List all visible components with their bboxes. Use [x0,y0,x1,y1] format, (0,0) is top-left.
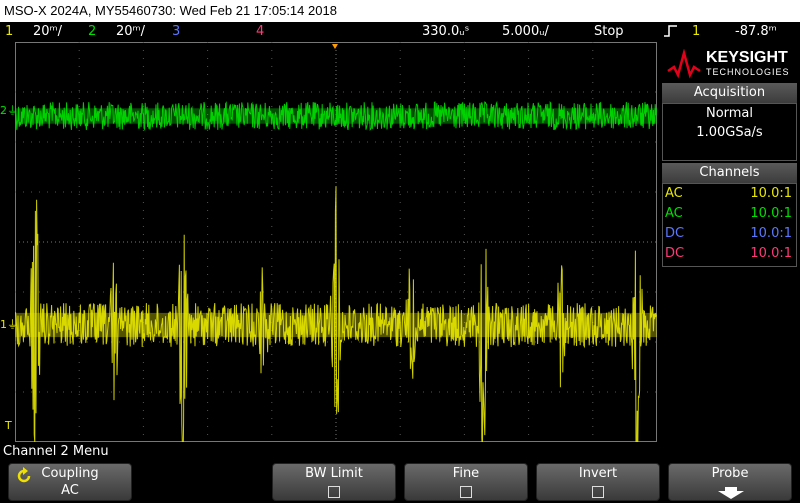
ch3-number[interactable]: 3 [172,22,180,42]
channel-row-1: AC 10.0:1 [663,184,796,204]
ch2-number[interactable]: 2 [88,22,96,42]
channel-row-3: DC 10.0:1 [663,224,796,244]
invert-button[interactable]: Invert [536,463,660,501]
down-arrow-icon [718,487,744,499]
acquisition-header: Acquisition [662,83,797,103]
title-bar: MSO-X 2024A, MY55460730: Wed Feb 21 17:0… [0,0,800,22]
invert-title: Invert [578,466,618,481]
trace-band [15,108,657,124]
ch2-ground-marker[interactable]: 2⏚ [0,102,18,118]
ch2-marker-label: 2 [0,104,7,117]
ch3-probe: 10.0:1 [750,226,792,241]
probe-button[interactable]: Probe [668,463,792,501]
channels-header: Channels [662,163,797,183]
logo-sub: TECHNOLOGIES [706,67,790,77]
bw-limit-checkbox[interactable] [328,486,340,498]
acquisition-panel: Normal 1.00GSa/s [662,103,797,161]
ch2-coupling: AC [665,206,683,221]
menu-label: Channel 2 Menu [3,444,109,459]
invert-checkbox[interactable] [592,486,604,498]
ch1-ground-marker[interactable]: 1⏚ [0,316,18,332]
trigger-level-marker[interactable]: T [5,419,12,432]
coupling-button[interactable]: Coupling AC [8,463,132,501]
ch1-probe: 10.0:1 [750,186,792,201]
fine-button[interactable]: Fine [404,463,528,501]
acquisition-mode: Normal [705,106,754,121]
bw-limit-title: BW Limit [305,466,363,481]
coupling-value: AC [61,483,79,498]
trigger-marker-label: T [5,419,12,432]
ch4-number[interactable]: 4 [256,22,264,42]
ch1-marker-label: 1 [0,318,7,331]
ch2-scale[interactable]: 20ᵐ/ [116,22,145,42]
ch1-coupling: AC [665,186,683,201]
waveform-display[interactable] [14,42,657,474]
fine-title: Fine [452,466,480,481]
trace-band [15,312,657,338]
trigger-source[interactable]: 1 [692,22,700,42]
probe-title: Probe [711,466,749,481]
ch1-trace [14,186,657,474]
ch1-scale[interactable]: 20ᵐ/ [33,22,62,42]
ch4-probe: 10.0:1 [750,246,792,261]
channel-row-2: AC 10.0:1 [663,204,796,224]
ch4-coupling: DC [665,246,685,261]
waveform-svg [14,42,657,474]
bw-limit-button[interactable]: BW Limit [272,463,396,501]
channels-panel: AC 10.0:1 AC 10.0:1 DC 10.0:1 DC 10.0:1 [662,183,797,267]
logo-brand: KEYSIGHT [706,49,788,66]
keysight-wave-icon [667,49,701,79]
channel-row-4: DC 10.0:1 [663,244,796,264]
time-delay[interactable]: 330.0ᵤˢ [422,22,469,42]
coupling-title: Coupling [41,466,99,481]
ch2-probe: 10.0:1 [750,206,792,221]
trigger-time-marker [332,44,338,49]
run-state: Stop [594,24,624,39]
status-bar: 1 20ᵐ/ 2 20ᵐ/ 3 4 330.0ᵤˢ 5.000ᵤ/ Stop 1… [0,22,800,42]
ch1-number[interactable]: 1 [5,22,13,42]
fine-checkbox[interactable] [460,486,472,498]
instrument-title: MSO-X 2024A, MY55460730: Wed Feb 21 17:0… [4,3,337,18]
sample-rate: 1.00GSa/s [696,125,763,140]
trigger-level[interactable]: -87.8ᵐ [735,22,777,42]
time-scale[interactable]: 5.000ᵤ/ [502,22,549,42]
rising-edge-icon [663,24,679,45]
keysight-logo: KEYSIGHT TECHNOLOGIES [662,46,797,82]
ch3-coupling: DC [665,226,685,241]
